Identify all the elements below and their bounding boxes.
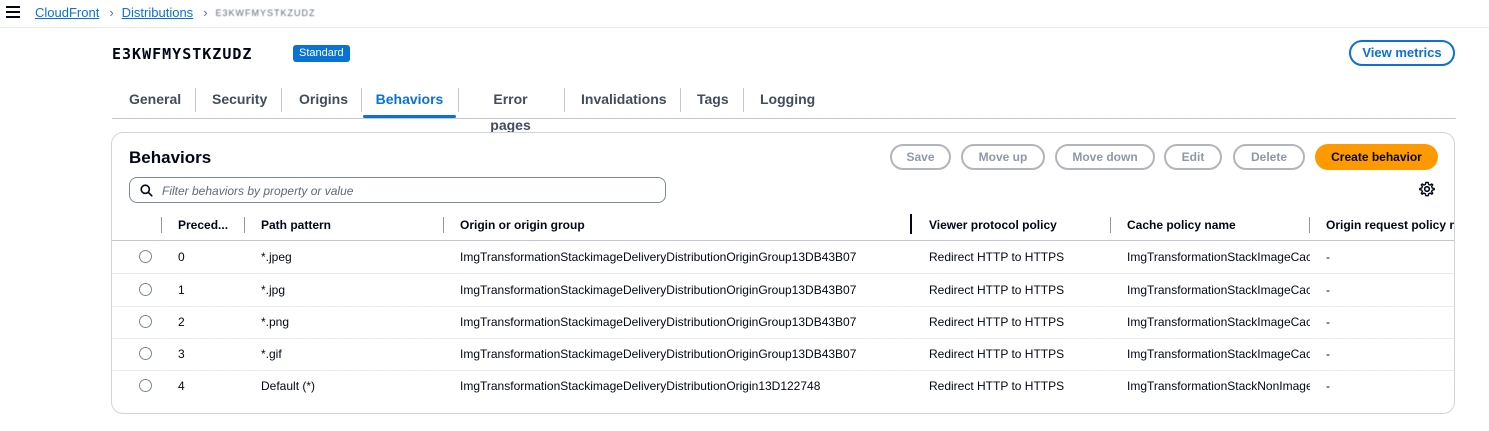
cell-origin: ImgTransformationStackimageDeliveryDistr…	[460, 315, 857, 329]
behaviors-panel: Behaviors Save Move up Move down Edit De…	[111, 132, 1455, 414]
column-divider[interactable]	[443, 217, 444, 233]
cell-origin-request-policy: -	[1326, 347, 1330, 361]
cell-cache-policy: ImgTransformationStackImageCac	[1127, 347, 1310, 361]
cell-precedence: 0	[178, 250, 185, 264]
cell-origin-request-policy: -	[1326, 283, 1330, 297]
cell-origin: ImgTransformationStackimageDeliveryDistr…	[460, 250, 857, 264]
tab-divider	[564, 88, 565, 112]
filter-input[interactable]	[160, 181, 654, 201]
cell-origin-request-policy: -	[1326, 250, 1330, 264]
breadcrumb: CloudFront › Distributions › E3KWFMYSTKZ…	[35, 5, 316, 20]
delete-button[interactable]: Delete	[1233, 144, 1305, 170]
top-bar: CloudFront › Distributions › E3KWFMYSTKZ…	[0, 0, 1489, 28]
table-row[interactable]: 1 *.jpg ImgTransformationStackimageDeliv…	[112, 274, 1454, 307]
move-down-button[interactable]: Move down	[1055, 144, 1155, 170]
column-header-cache-policy[interactable]: Cache policy name	[1127, 214, 1236, 236]
cell-cache-policy: ImgTransformationStackNonImage	[1127, 379, 1310, 393]
tab-behaviors[interactable]: Behaviors	[363, 86, 456, 118]
cell-origin-request-policy: -	[1326, 379, 1330, 393]
breadcrumb-cloudfront-link[interactable]: CloudFront	[35, 5, 99, 20]
table-row[interactable]: 0 *.jpeg ImgTransformationStackimageDeli…	[112, 241, 1454, 274]
cell-viewer-protocol: Redirect HTTP to HTTPS	[929, 379, 1065, 393]
chevron-right-icon: ›	[109, 5, 114, 20]
table-row[interactable]: 3 *.gif ImgTransformationStackimageDeliv…	[112, 338, 1454, 371]
tab-divider	[458, 88, 459, 112]
tab-tags[interactable]: Tags	[697, 86, 729, 117]
cell-path-pattern: *.jpg	[261, 283, 286, 297]
cell-precedence: 3	[178, 347, 185, 361]
cell-viewer-protocol: Redirect HTTP to HTTPS	[929, 283, 1065, 297]
view-metrics-button[interactable]: View metrics	[1349, 40, 1455, 66]
tab-divider	[680, 88, 681, 112]
tab-bar: General Security Origins Behaviors Error…	[112, 86, 1456, 133]
edit-button[interactable]: Edit	[1164, 144, 1222, 170]
filter-field[interactable]	[129, 177, 666, 203]
cell-origin-request-policy: -	[1326, 315, 1330, 329]
tab-divider	[195, 88, 196, 112]
tab-origins[interactable]: Origins	[299, 86, 348, 117]
cell-path-pattern: *.jpeg	[261, 250, 292, 264]
row-radio[interactable]	[139, 315, 152, 328]
tab-divider	[743, 88, 744, 112]
column-divider[interactable]	[1110, 217, 1111, 233]
cell-cache-policy: ImgTransformationStackImageCac	[1127, 283, 1310, 297]
column-divider[interactable]	[161, 217, 162, 233]
page-title: E3KWFMYSTKZUDZ	[112, 45, 253, 63]
tab-invalidations[interactable]: Invalidations	[581, 86, 667, 117]
row-radio[interactable]	[139, 250, 152, 263]
tab-general[interactable]: General	[129, 86, 181, 117]
cell-viewer-protocol: Redirect HTTP to HTTPS	[929, 315, 1065, 329]
breadcrumb-distributions-link[interactable]: Distributions	[122, 5, 194, 20]
row-radio[interactable]	[139, 347, 152, 360]
tab-divider	[281, 88, 282, 112]
table-row[interactable]: 4 Default (*) ImgTransformationStackimag…	[112, 370, 1454, 402]
cell-precedence: 1	[178, 283, 185, 297]
cell-path-pattern: Default (*)	[261, 379, 316, 393]
tab-logging[interactable]: Logging	[760, 86, 815, 117]
search-icon	[140, 184, 153, 197]
column-header-path-pattern[interactable]: Path pattern	[261, 214, 331, 236]
status-badge: Standard	[293, 45, 350, 62]
cell-path-pattern: *.gif	[261, 347, 282, 361]
row-radio[interactable]	[139, 283, 152, 296]
cell-origin: ImgTransformationStackimageDeliveryDistr…	[460, 379, 821, 393]
tab-error-pages[interactable]: Error pages	[474, 86, 547, 133]
cell-cache-policy: ImgTransformationStackImageCac	[1127, 315, 1310, 329]
breadcrumb-current: E3KWFMYSTKZUDZ	[215, 7, 316, 18]
create-behavior-button[interactable]: Create behavior	[1315, 144, 1438, 170]
cell-viewer-protocol: Redirect HTTP to HTTPS	[929, 347, 1065, 361]
row-radio[interactable]	[139, 379, 152, 392]
table-row[interactable]: 2 *.png ImgTransformationStackimageDeliv…	[112, 306, 1454, 339]
cell-path-pattern: *.png	[261, 315, 290, 329]
tab-divider	[361, 88, 362, 112]
menu-icon[interactable]	[6, 6, 20, 18]
move-up-button[interactable]: Move up	[961, 144, 1045, 170]
chevron-right-icon: ›	[203, 5, 208, 20]
cell-precedence: 4	[178, 379, 185, 393]
cell-viewer-protocol: Redirect HTTP to HTTPS	[929, 250, 1065, 264]
save-button[interactable]: Save	[890, 144, 951, 170]
column-divider[interactable]	[910, 214, 912, 234]
column-header-origin-request-policy[interactable]: Origin request policy na	[1326, 214, 1454, 236]
behaviors-title: Behaviors	[129, 148, 212, 167]
table-header: Preced... Path pattern Origin or origin …	[112, 214, 1454, 241]
cell-precedence: 2	[178, 315, 185, 329]
cell-cache-policy: ImgTransformationStackImageCac	[1127, 250, 1310, 264]
column-header-viewer-protocol[interactable]: Viewer protocol policy	[929, 214, 1057, 236]
column-header-origin[interactable]: Origin or origin group	[460, 214, 585, 236]
column-divider[interactable]	[244, 217, 245, 233]
cell-origin: ImgTransformationStackimageDeliveryDistr…	[460, 283, 857, 297]
gear-icon[interactable]	[1419, 181, 1435, 197]
cell-origin: ImgTransformationStackimageDeliveryDistr…	[460, 347, 857, 361]
column-header-precedence[interactable]: Preced...	[178, 214, 228, 236]
column-divider[interactable]	[1309, 217, 1310, 233]
tab-security[interactable]: Security	[212, 86, 267, 117]
